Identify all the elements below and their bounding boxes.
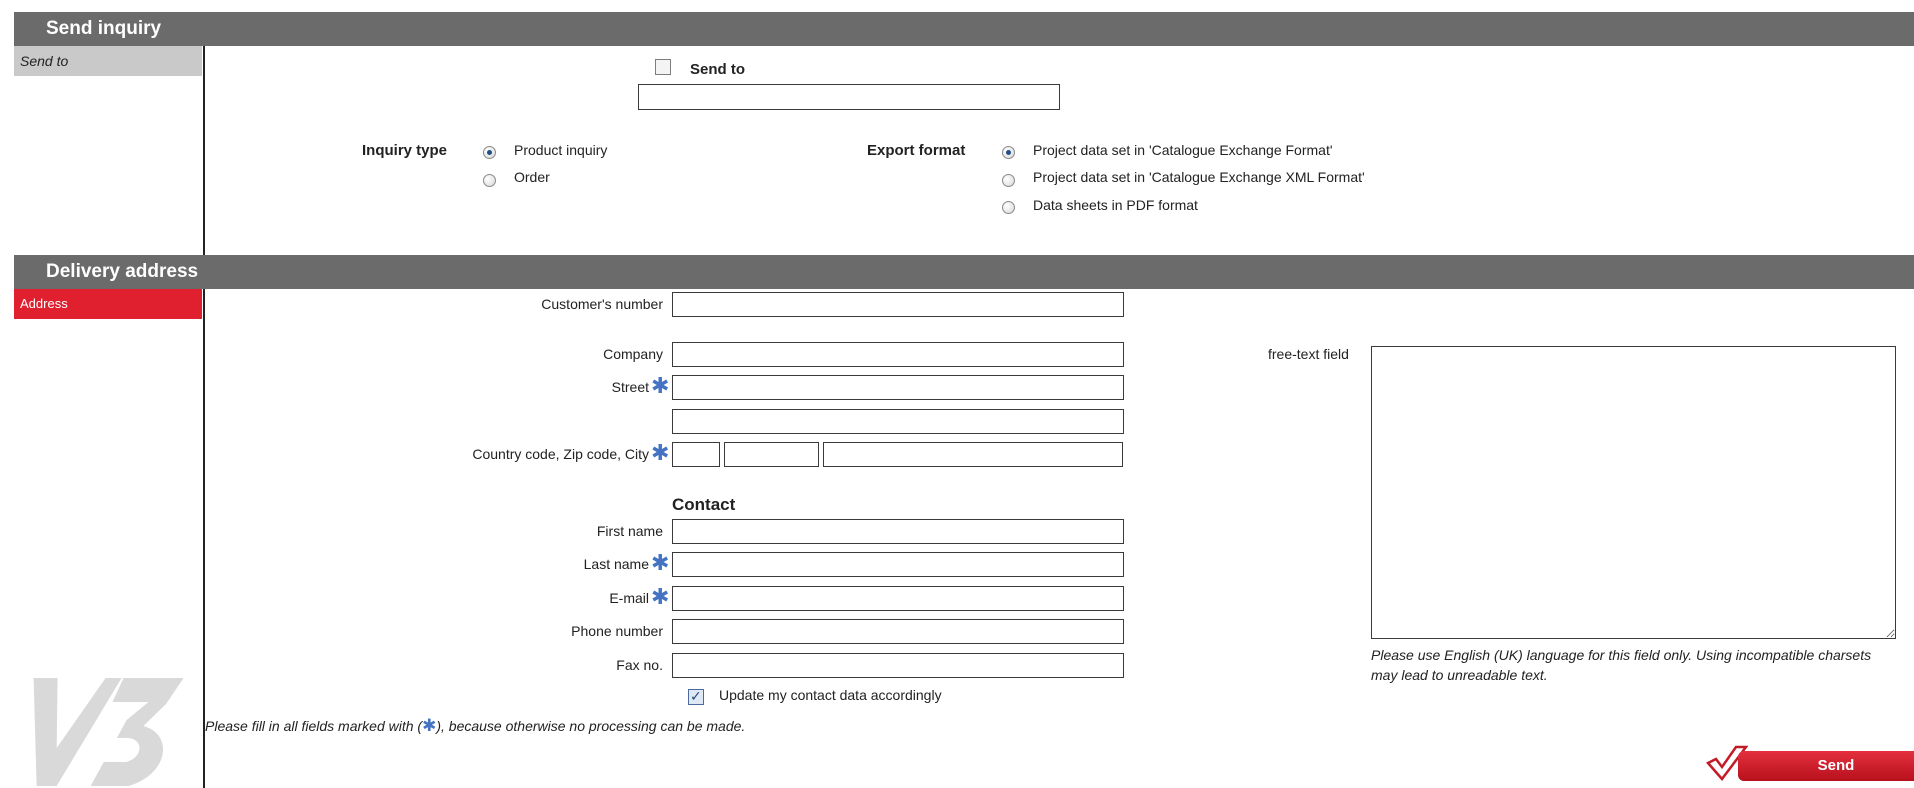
required-asterisk-icon: ✱	[422, 716, 437, 735]
last-name-input[interactable]	[672, 552, 1124, 577]
customers-number-label: Customer's number	[541, 296, 663, 312]
company-input[interactable]	[672, 342, 1124, 367]
required-note-prefix: Please fill in all fields marked with (	[205, 718, 423, 734]
sidebar-item-send-to-label: Send to	[20, 53, 69, 69]
send-inquiry-title: Send inquiry	[46, 18, 162, 39]
inquiry-product-radio[interactable]	[483, 146, 496, 159]
send-inquiry-header: Send inquiry	[14, 12, 1914, 46]
free-text-field[interactable]	[1371, 346, 1896, 639]
delivery-address-header: Delivery address	[14, 255, 1914, 289]
company-label: Company	[603, 346, 663, 362]
email-label: E-mail	[609, 590, 649, 606]
country-code-input[interactable]	[672, 442, 720, 467]
street-line2-input[interactable]	[672, 409, 1124, 434]
required-asterisk-icon: ✱	[651, 440, 670, 465]
delivery-address-title: Delivery address	[46, 261, 199, 282]
send-to-input[interactable]	[638, 84, 1060, 110]
update-contact-checkbox[interactable]	[688, 688, 704, 705]
export-cef-radio[interactable]	[1002, 146, 1015, 159]
send-to-checkbox[interactable]	[655, 59, 671, 75]
inquiry-type-label: Inquiry type	[362, 142, 448, 159]
export-xml-label: Project data set in 'Catalogue Exchange …	[1033, 169, 1365, 185]
sidebar-divider-bottom	[203, 289, 205, 788]
contact-heading: Contact	[672, 495, 736, 514]
first-name-input[interactable]	[672, 519, 1124, 544]
export-format-label: Export format	[867, 142, 966, 159]
required-asterisk-icon: ✱	[651, 373, 670, 398]
first-name-label: First name	[596, 523, 663, 539]
free-text-note: Please use English (UK) language for thi…	[1371, 647, 1872, 683]
country-zip-city-label: Country code, Zip code, City	[472, 446, 649, 462]
required-asterisk-icon: ✱	[651, 584, 670, 609]
send-to-label: Send to	[690, 61, 745, 78]
fax-label: Fax no.	[616, 657, 663, 673]
sidebar-divider-top	[203, 46, 205, 255]
sidebar-item-address[interactable]: Address	[14, 289, 202, 319]
export-xml-radio[interactable]	[1002, 174, 1015, 187]
update-contact-label: Update my contact data accordingly	[719, 687, 942, 703]
inquiry-product-label: Product inquiry	[514, 142, 608, 158]
inquiry-order-radio[interactable]	[483, 174, 496, 187]
required-fields-note: Please fill in all fields marked with (✱…	[205, 716, 745, 736]
fax-input[interactable]	[672, 653, 1124, 678]
last-name-label: Last name	[583, 556, 649, 572]
export-pdf-radio[interactable]	[1002, 201, 1015, 214]
phone-input[interactable]	[672, 619, 1124, 644]
v3-logo	[33, 678, 184, 786]
zip-code-input[interactable]	[724, 442, 819, 467]
email-input[interactable]	[672, 586, 1124, 611]
required-asterisk-icon: ✱	[651, 550, 670, 575]
send-button[interactable]: Send	[1738, 751, 1914, 781]
city-input[interactable]	[823, 442, 1123, 467]
customers-number-input[interactable]	[672, 292, 1124, 317]
sidebar-item-address-label: Address	[20, 296, 68, 311]
inquiry-order-label: Order	[514, 169, 550, 185]
free-text-label: free-text field	[1268, 346, 1349, 362]
phone-label: Phone number	[571, 623, 663, 639]
export-cef-label: Project data set in 'Catalogue Exchange …	[1033, 142, 1333, 158]
street-input[interactable]	[672, 375, 1124, 400]
sidebar-item-send-to[interactable]: Send to	[14, 46, 202, 76]
required-note-suffix: ), because otherwise no processing can b…	[436, 718, 746, 734]
export-pdf-label: Data sheets in PDF format	[1033, 197, 1198, 213]
street-label: Street	[611, 379, 649, 395]
